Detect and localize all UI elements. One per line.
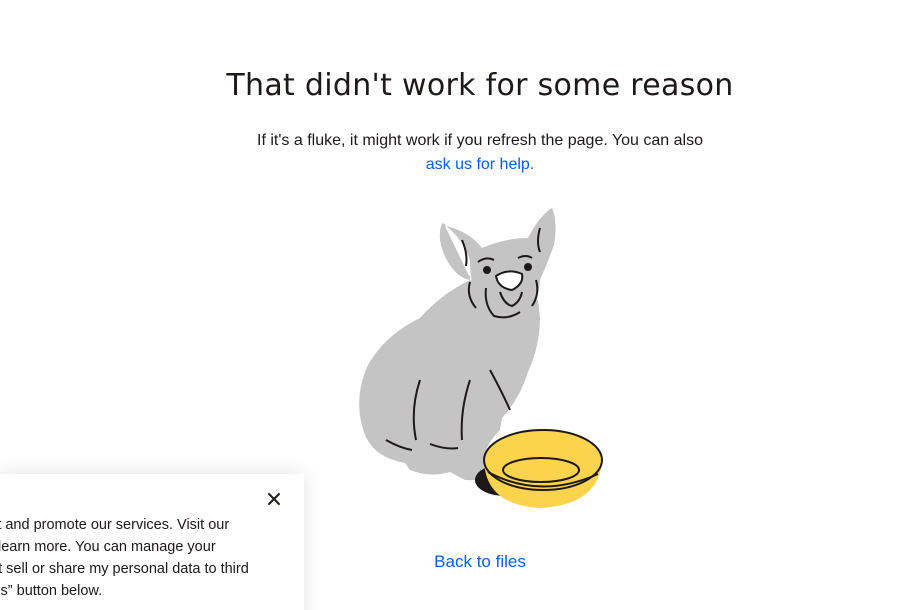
cookie-text-line: learn more. You can manage your: [0, 539, 216, 555]
cookie-text-line: kies” button below.: [0, 583, 103, 599]
error-title: That didn't work for some reason: [226, 68, 734, 103]
cookie-banner: ect and promote our services. Visit our …: [0, 474, 304, 610]
cookie-text-line: ect and promote our services. Visit our: [0, 517, 230, 533]
cookie-banner-text: ect and promote our services. Visit our …: [0, 514, 282, 602]
close-icon[interactable]: [264, 489, 284, 509]
ask-for-help-link[interactable]: ask us for help.: [426, 156, 535, 173]
cookie-text-line: not sell or share my personal data to th…: [0, 561, 249, 577]
error-message-text: If it's a fluke, it might work if you re…: [257, 132, 703, 149]
error-message: If it's a fluke, it might work if you re…: [0, 129, 900, 177]
error-page: That didn't work for some reason If it's…: [0, 0, 900, 610]
sad-dog-illustration: [359, 208, 603, 508]
